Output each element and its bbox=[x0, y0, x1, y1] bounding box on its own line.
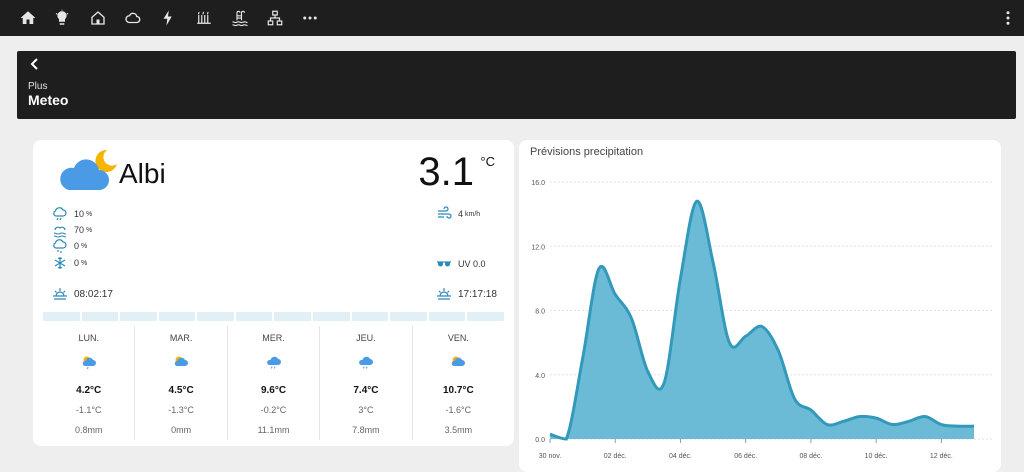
forecast-max: 10.7°C bbox=[442, 385, 474, 396]
lightning-icon[interactable] bbox=[157, 7, 179, 29]
forecast-day: JEU. 7.4°C 3°C 7.8mm bbox=[320, 326, 413, 440]
cloud-rain-icon bbox=[53, 207, 67, 221]
sunrise-time: 08:02:17 bbox=[74, 288, 113, 300]
precip-prob-row: 10% bbox=[52, 206, 92, 222]
city-name: Albi bbox=[119, 158, 166, 189]
forecast-precip: 7.8mm bbox=[352, 425, 380, 435]
forecast-precip: 3.5mm bbox=[444, 425, 473, 435]
forecast-max: 7.4°C bbox=[353, 385, 379, 396]
humidity-row: 70% bbox=[52, 222, 92, 238]
y-tick-label: 16.0 bbox=[531, 180, 545, 187]
snow-prob-row: 0% bbox=[52, 255, 87, 271]
forecast-min: -0.2°C bbox=[260, 405, 287, 415]
current-temperature: 3.1 bbox=[418, 150, 474, 194]
cloud-moon-icon bbox=[60, 149, 117, 190]
x-tick-label: 30 nov. bbox=[539, 453, 561, 460]
daylight-bar bbox=[43, 312, 504, 321]
y-tick-label: 0.0 bbox=[535, 437, 545, 444]
precipitation-area bbox=[550, 201, 974, 439]
humidity-value: 70 bbox=[74, 225, 85, 235]
wind-value: 4 bbox=[458, 209, 464, 219]
y-tick-label: 8.0 bbox=[535, 309, 545, 316]
weather-card: Albi 3.1 °C 10% 70% 0% 0% 4 km/h UV 0.0 0… bbox=[33, 140, 514, 446]
humidity-icon bbox=[53, 226, 67, 238]
snow-prob-unit: % bbox=[81, 259, 88, 267]
cloud-sun-rain-icon bbox=[82, 356, 96, 370]
forecast-min: -1.3°C bbox=[168, 405, 194, 415]
forecast-day-name: JEU. bbox=[356, 333, 376, 343]
cloud-drizzle-icon bbox=[53, 239, 67, 253]
forecast-max: 4.2°C bbox=[76, 385, 102, 396]
x-tick-label: 02 déc. bbox=[604, 453, 627, 460]
forecast-min: 3°C bbox=[358, 405, 374, 415]
x-tick-label: 06 déc. bbox=[734, 453, 757, 460]
forecast-max: 4.5°C bbox=[168, 385, 194, 396]
forecast-list: LUN. 4.2°C -1.1°C 0.8mm MAR. 4.5°C -1.3°… bbox=[43, 326, 504, 440]
uv-value: UV 0.0 bbox=[458, 259, 486, 269]
x-tick-label: 04 déc. bbox=[669, 453, 692, 460]
precipitation-chart-card: Prévisions precipitation 0.0 4.0 8.0 12.0 16… bbox=[519, 140, 1001, 472]
forecast-precip: 0mm bbox=[171, 425, 192, 435]
page-subtitle: Plus bbox=[28, 81, 48, 92]
rain-prob-row: 0% bbox=[52, 238, 87, 254]
lightbulb-icon[interactable] bbox=[51, 7, 73, 29]
back-icon[interactable] bbox=[27, 56, 43, 72]
forecast-min: -1.6°C bbox=[445, 405, 472, 415]
page-header: Plus Meteo bbox=[17, 51, 1016, 119]
cloud-sun-icon bbox=[452, 356, 466, 366]
forecast-day-name: LUN. bbox=[78, 333, 99, 343]
forecast-day: LUN. 4.2°C -1.1°C 0.8mm bbox=[43, 326, 136, 440]
temperature-unit: °C bbox=[480, 154, 495, 169]
sunrise-icon bbox=[53, 288, 67, 300]
rain-prob-unit: % bbox=[81, 242, 88, 250]
forecast-max: 9.6°C bbox=[260, 385, 287, 396]
page-title: Meteo bbox=[28, 92, 69, 108]
precip-prob-value: 10 bbox=[74, 209, 85, 219]
cloud-rain-icon bbox=[266, 356, 281, 369]
pool-icon[interactable] bbox=[229, 7, 251, 29]
cloud-icon[interactable] bbox=[122, 7, 144, 29]
top-toolbar bbox=[0, 0, 1024, 36]
x-tick-label: 08 déc. bbox=[799, 453, 822, 460]
forecast-day: MER. 9.6°C -0.2°C 11.1mm bbox=[228, 326, 321, 440]
house-icon[interactable] bbox=[87, 7, 109, 29]
y-tick-label: 4.0 bbox=[535, 373, 545, 380]
forecast-day-name: MER. bbox=[262, 333, 285, 343]
home-icon[interactable] bbox=[17, 7, 39, 29]
network-icon[interactable] bbox=[264, 7, 286, 29]
x-tick-label: 10 déc. bbox=[865, 453, 888, 460]
uv-row: UV 0.0 bbox=[436, 256, 486, 272]
forecast-day: VEN. 10.7°C -1.6°C 3.5mm bbox=[413, 326, 504, 440]
forecast-day-name: VEN. bbox=[447, 333, 469, 343]
wind-icon bbox=[438, 206, 452, 219]
forecast-day: MAR. 4.5°C -1.3°C 0mm bbox=[135, 326, 228, 440]
snowflake-icon bbox=[54, 257, 66, 269]
sunset-icon bbox=[437, 288, 451, 300]
heater-icon[interactable] bbox=[193, 7, 215, 29]
precipitation-chart: 0.0 4.0 8.0 12.0 16.0 30 nov. 02 déc. 04 déc. 06… bbox=[531, 180, 994, 460]
snow-prob-value: 0 bbox=[74, 258, 80, 268]
sunset-time: 17:17:18 bbox=[458, 288, 497, 300]
sunrise-row: 08:02:17 bbox=[52, 286, 113, 302]
wind-row: 4 km/h bbox=[436, 206, 480, 222]
cloud-rain-icon bbox=[359, 356, 373, 369]
sunglasses-icon bbox=[437, 261, 451, 267]
forecast-precip: 0.8mm bbox=[74, 425, 103, 435]
wind-unit: km/h bbox=[465, 210, 481, 218]
cloud-sun-icon bbox=[174, 356, 189, 366]
y-tick-label: 12.0 bbox=[531, 244, 545, 251]
precip-prob-unit: % bbox=[86, 210, 93, 218]
more-icon[interactable] bbox=[299, 7, 321, 29]
forecast-precip: 11.1mm bbox=[257, 425, 290, 435]
rain-prob-value: 0 bbox=[74, 241, 80, 251]
menu-icon[interactable] bbox=[997, 7, 1019, 29]
humidity-unit: % bbox=[86, 226, 93, 234]
sunset-row: 17:17:18 bbox=[436, 286, 497, 302]
forecast-min: -1.1°C bbox=[75, 405, 102, 415]
forecast-day-name: MAR. bbox=[169, 333, 193, 343]
x-tick-label: 12 déc. bbox=[930, 453, 953, 460]
